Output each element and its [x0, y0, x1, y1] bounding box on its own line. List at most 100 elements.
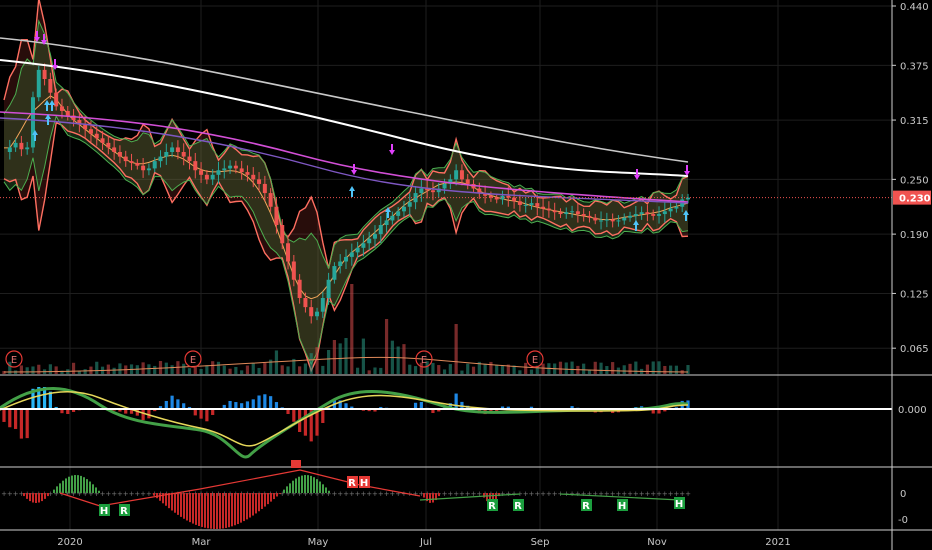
price-tick-label: 0.190	[900, 230, 929, 241]
osc-bar	[279, 493, 281, 494]
osc-bar	[62, 480, 64, 493]
volume-bar	[83, 369, 87, 374]
candle-body	[141, 165, 146, 171]
macd-histogram-bar	[257, 395, 261, 410]
candle-body	[228, 165, 233, 169]
osc-bar	[35, 493, 37, 503]
candle-body	[587, 215, 592, 218]
macd-histogram-bar	[170, 395, 174, 410]
osc-bar	[89, 481, 91, 493]
macd-histogram-bar	[199, 409, 203, 419]
macd-histogram-bar	[48, 391, 52, 410]
osc-bar	[41, 493, 43, 502]
volume-bar	[112, 367, 116, 374]
candle-body	[42, 69, 47, 79]
candle-body	[326, 279, 331, 298]
candle-body	[512, 197, 517, 202]
osc-bar	[174, 493, 176, 513]
candle-body	[558, 212, 563, 215]
volume-bar	[373, 367, 377, 374]
volume-bar	[448, 364, 452, 374]
candle-body	[390, 215, 395, 221]
osc-bar	[171, 493, 173, 511]
osc-bar	[44, 493, 46, 499]
candle-body	[349, 252, 354, 257]
osc-bar	[56, 486, 58, 493]
candle-body	[616, 220, 621, 222]
candle-body	[94, 133, 99, 139]
osc-bar	[264, 493, 266, 507]
candle-body	[320, 298, 325, 312]
last-price-label: 0.230	[899, 194, 931, 205]
osc-bar	[68, 476, 70, 493]
osc-bar	[95, 487, 97, 493]
osc-bar	[195, 493, 197, 525]
volume-bar	[170, 365, 174, 374]
candle-body	[657, 214, 662, 216]
volume-bar	[437, 365, 441, 374]
volume-bar	[344, 337, 348, 374]
osc-bar	[301, 475, 303, 493]
macd-histogram-bar	[251, 399, 255, 410]
osc-bar	[246, 493, 248, 520]
osc-bar	[255, 493, 257, 514]
volume-bar	[651, 361, 655, 374]
osc-bar	[23, 493, 25, 497]
signal-line	[0, 391, 689, 447]
volume-bar	[587, 370, 592, 374]
candle-body	[529, 203, 534, 205]
candle-body	[593, 217, 598, 221]
osc-bar	[183, 493, 185, 519]
osc-bar	[77, 475, 79, 493]
osc-bar	[213, 493, 215, 529]
time-label: Nov	[647, 537, 667, 548]
indicator-bands	[3, 0, 689, 373]
volume-bar	[524, 362, 528, 374]
volume-bar	[205, 365, 209, 374]
macd-panel	[0, 387, 892, 459]
volume-bar	[199, 368, 203, 374]
volume-bar	[37, 364, 41, 374]
candle-body	[286, 243, 291, 262]
candle-body	[674, 206, 679, 209]
osc-bar	[219, 493, 221, 529]
candle-body	[378, 225, 383, 235]
candle-body	[309, 307, 314, 317]
candle-body	[355, 247, 360, 253]
candle-body	[315, 311, 320, 317]
signal-tag-label: H	[360, 478, 368, 489]
volume-bar	[327, 349, 331, 374]
osc-bar	[180, 493, 182, 517]
stock-chart[interactable]: + + + + + + + + + + + + + + + + + + + + + + + + + + + + + + + + + + + + + + + +…	[0, 0, 932, 550]
volume-bar	[309, 353, 313, 374]
osc-bar	[177, 493, 179, 515]
volume-bar	[442, 369, 447, 374]
volume-bar	[570, 361, 574, 374]
osc-bar	[159, 493, 161, 501]
osc-bar	[316, 479, 318, 493]
osc-bar	[47, 493, 49, 497]
osc-bar	[319, 481, 321, 493]
osc-bar	[65, 478, 67, 493]
candle-body	[442, 183, 447, 189]
volume-bar	[402, 344, 406, 374]
volume-bar	[228, 368, 232, 374]
candle-body	[552, 210, 557, 213]
candle-body	[297, 279, 302, 298]
volume-bar	[332, 339, 337, 374]
volume-bar	[628, 363, 632, 374]
macd-histogram-bar	[13, 409, 18, 429]
osc-bar	[304, 475, 306, 493]
osc-bar	[292, 480, 294, 493]
volume-bar	[25, 367, 29, 374]
osc-tick-label: 0	[900, 489, 906, 500]
candle-body	[628, 215, 633, 218]
candle-body	[164, 152, 169, 157]
price-tick-label: 0.440	[900, 2, 929, 13]
osc-bar	[298, 476, 300, 493]
candle-body	[187, 156, 192, 162]
osc-bar	[80, 475, 82, 493]
macd-histogram-bar	[19, 409, 23, 439]
candle-body	[13, 142, 18, 148]
volume-bar	[54, 366, 58, 374]
